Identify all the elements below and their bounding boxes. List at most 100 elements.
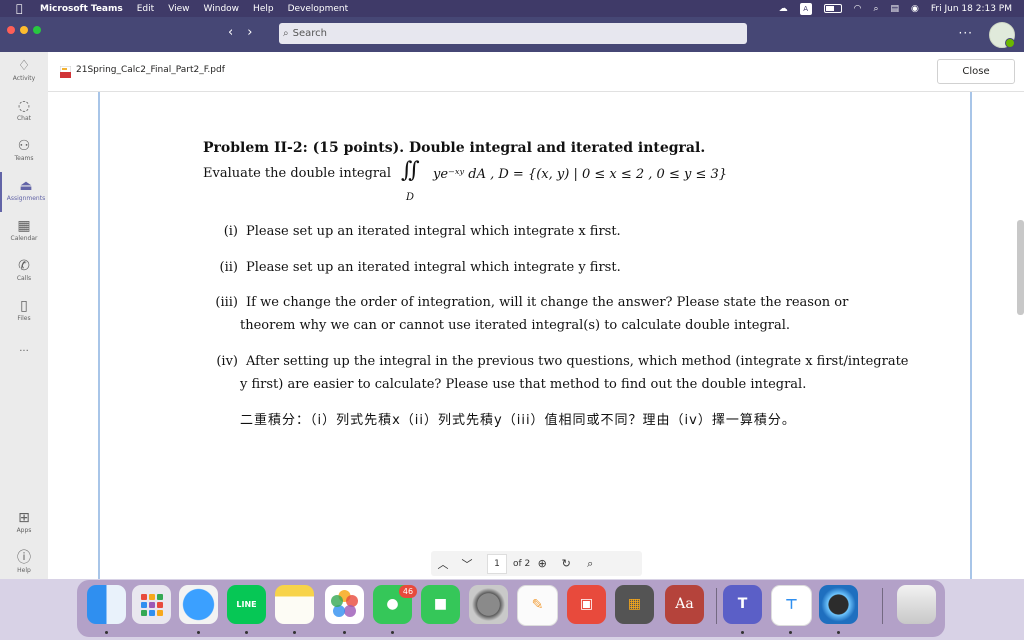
running-indicator xyxy=(391,631,394,634)
question-text: After setting up the integral in the pre… xyxy=(246,354,909,369)
podium-icon: ⊤ xyxy=(785,597,798,613)
avatar[interactable] xyxy=(989,22,1015,48)
evaluate-text: Evaluate the double integral xyxy=(203,166,392,181)
teams-titlebar: ‹ › ⌕ Search ··· xyxy=(0,17,1024,52)
sidebar-item-label: Assignments xyxy=(6,195,46,202)
apple-icon[interactable]:  xyxy=(16,2,30,15)
battery-icon[interactable] xyxy=(823,4,842,13)
question-item: (iv) After setting up the integral in the… xyxy=(203,354,909,369)
previous-page-icon[interactable]: ︿ xyxy=(431,556,455,572)
question-number: (i) xyxy=(223,224,238,239)
script-editor-icon[interactable]: ✎ xyxy=(517,585,558,626)
sidebar-item-label: Chat xyxy=(16,115,32,122)
back-arrow-icon[interactable]: ‹ xyxy=(228,25,233,40)
finder-icon[interactable] xyxy=(87,585,126,624)
facetime-icon[interactable]: ■ xyxy=(421,585,460,624)
minimize-window-icon[interactable] xyxy=(20,26,28,34)
question-item: (iii) If we change the order of integrati… xyxy=(203,295,848,310)
photo-booth-icon[interactable]: ▣ xyxy=(567,585,606,624)
running-indicator xyxy=(197,631,200,634)
sidebar-item-assignments[interactable]: ⏏ Assignments xyxy=(0,172,50,212)
menubar-clock[interactable]: Fri Jun 18 2:13 PM xyxy=(931,4,1012,14)
question-number: (iii) xyxy=(215,295,238,310)
find-icon[interactable]: ⌕ xyxy=(578,557,602,571)
launchpad-icon[interactable] xyxy=(132,585,171,624)
integral-domain: D xyxy=(406,192,415,203)
menu-window[interactable]: Window xyxy=(204,4,240,14)
file-header: 21Spring_Calc2_Final_Part2_F.pdf Close xyxy=(48,52,1024,92)
scrollbar-thumb[interactable] xyxy=(1017,220,1024,315)
menu-view[interactable]: View xyxy=(168,4,189,14)
siri-icon[interactable]: ◉ xyxy=(911,4,919,14)
sidebar-more-button[interactable]: ··· xyxy=(0,338,48,358)
menu-development[interactable]: Development xyxy=(288,4,349,14)
sidebar-item-label: Activity xyxy=(12,75,36,82)
page-border-left xyxy=(98,92,100,579)
sidebar-item-calendar[interactable]: ▦ Calendar xyxy=(0,212,48,252)
question-continuation: theorem why we can or cannot use iterate… xyxy=(240,318,791,333)
sidebar-item-teams[interactable]: ⚇ Teams xyxy=(0,132,48,172)
integral-formula: ye⁻ˣʸ dA , D = {(x, y) | 0 ≤ x ≤ 2 , 0 ≤… xyxy=(433,167,728,182)
control-center-icon[interactable]: ▤ xyxy=(891,4,900,14)
chinese-summary: 二重積分：（i）列式先積x（ii）列式先積y（iii）值相同或不同？理由（iv）… xyxy=(240,413,796,428)
question-continuation: y first) are easier to calculate? Please… xyxy=(240,377,807,392)
wifi-icon[interactable]: ◠ xyxy=(854,4,862,14)
sidebar-item-calls[interactable]: ✆ Calls xyxy=(0,252,48,292)
question-item: (i) Please set up an iterated integral wh… xyxy=(203,224,621,239)
forward-arrow-icon[interactable]: › xyxy=(247,25,252,40)
zoom-in-icon[interactable]: ⊕ xyxy=(530,557,554,570)
pencil-icon: ✎ xyxy=(531,597,544,613)
input-source-icon[interactable]: A xyxy=(799,2,812,15)
creative-cloud-icon[interactable]: ☁ xyxy=(779,4,788,14)
line-icon[interactable]: LINE xyxy=(227,585,266,624)
pdf-viewer[interactable]: Problem II-2: (15 points). Double integr… xyxy=(48,92,1024,579)
search-box[interactable]: ⌕ Search xyxy=(279,23,747,44)
messages-badge: 46 xyxy=(399,585,417,598)
sidebar-item-label: Teams xyxy=(14,155,34,162)
running-indicator xyxy=(105,631,108,634)
question-text: Please set up an iterated integral which… xyxy=(246,260,621,275)
file-name: 21Spring_Calc2_Final_Part2_F.pdf xyxy=(76,65,225,75)
keynote-icon[interactable]: ⊤ xyxy=(771,585,812,626)
menu-app-name[interactable]: Microsoft Teams xyxy=(40,4,123,14)
system-preferences-icon[interactable] xyxy=(469,585,508,624)
launchpad-grid-icon xyxy=(141,594,163,616)
teams-icon: ⚇ xyxy=(17,138,31,154)
history-nav: ‹ › xyxy=(228,25,252,40)
spotlight-icon[interactable]: ⌕ xyxy=(873,4,878,14)
sidebar-item-files[interactable]: ▯ Files xyxy=(0,292,48,332)
teams-app-icon[interactable]: T xyxy=(723,585,762,624)
sidebar-item-label: Help xyxy=(17,567,31,574)
close-button[interactable]: Close xyxy=(937,59,1015,84)
trash-icon[interactable] xyxy=(897,585,936,624)
phone-icon: ✆ xyxy=(18,258,30,274)
running-indicator xyxy=(741,631,744,634)
page-number-input[interactable]: 1 xyxy=(487,553,507,574)
calculator-icon[interactable]: ▦ xyxy=(615,585,654,624)
quicktime-icon[interactable] xyxy=(819,585,858,624)
safari-icon[interactable] xyxy=(179,585,218,624)
menu-edit[interactable]: Edit xyxy=(137,4,154,14)
close-window-icon[interactable] xyxy=(7,26,15,34)
menu-help[interactable]: Help xyxy=(253,4,274,14)
sidebar-item-label: Calls xyxy=(16,275,32,282)
help-icon: ⓘ xyxy=(17,550,31,566)
sidebar-item-help[interactable]: ⓘ Help xyxy=(0,544,48,584)
sidebar-item-activity[interactable]: ♢ Activity xyxy=(0,52,48,92)
dictionary-label: Aa xyxy=(675,596,694,612)
dictionary-icon[interactable]: Aa xyxy=(665,585,704,624)
running-indicator xyxy=(293,631,296,634)
question-text: Please set up an iterated integral which… xyxy=(246,224,621,239)
next-page-icon[interactable]: ﹀ xyxy=(455,556,479,572)
question-item: (ii) Please set up an iterated integral w… xyxy=(203,260,621,275)
zoom-window-icon[interactable] xyxy=(33,26,41,34)
notes-icon[interactable] xyxy=(275,585,314,624)
bell-icon: ♢ xyxy=(17,58,31,74)
sidebar-item-chat[interactable]: ◌ Chat xyxy=(0,92,48,132)
sidebar-item-apps[interactable]: ⊞ Apps xyxy=(0,504,48,544)
sidebar-item-label: Files xyxy=(17,315,31,322)
double-integral-sign: ∬ xyxy=(401,158,420,183)
rotate-icon[interactable]: ↻ xyxy=(554,557,578,570)
more-options-button[interactable]: ··· xyxy=(959,26,973,40)
photos-icon[interactable] xyxy=(325,585,364,624)
